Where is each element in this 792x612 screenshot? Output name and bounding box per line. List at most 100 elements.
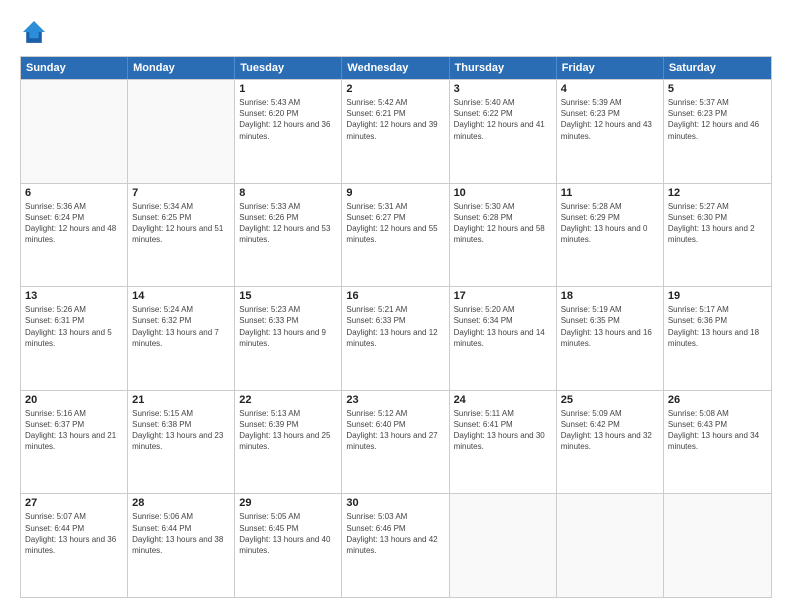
day-info: Sunrise: 5:43 AMSunset: 6:20 PMDaylight:… xyxy=(239,97,337,142)
day-info: Sunrise: 5:11 AMSunset: 6:41 PMDaylight:… xyxy=(454,408,552,453)
calendar-cell: 11 Sunrise: 5:28 AMSunset: 6:29 PMDayligh… xyxy=(557,184,664,287)
day-info: Sunrise: 5:17 AMSunset: 6:36 PMDaylight:… xyxy=(668,304,767,349)
page: SundayMondayTuesdayWednesdayThursdayFrid… xyxy=(0,0,792,612)
calendar-cell: 7 Sunrise: 5:34 AMSunset: 6:25 PMDaylight… xyxy=(128,184,235,287)
day-number: 12 xyxy=(668,187,767,199)
calendar-header: SundayMondayTuesdayWednesdayThursdayFrid… xyxy=(21,57,771,79)
day-info: Sunrise: 5:23 AMSunset: 6:33 PMDaylight:… xyxy=(239,304,337,349)
calendar-cell: 2 Sunrise: 5:42 AMSunset: 6:21 PMDaylight… xyxy=(342,80,449,183)
calendar-body: 1 Sunrise: 5:43 AMSunset: 6:20 PMDaylight… xyxy=(21,79,771,597)
calendar-week: 1 Sunrise: 5:43 AMSunset: 6:20 PMDaylight… xyxy=(21,79,771,183)
calendar-cell: 28 Sunrise: 5:06 AMSunset: 6:44 PMDayligh… xyxy=(128,494,235,597)
day-number: 22 xyxy=(239,394,337,406)
weekday-header: Thursday xyxy=(450,57,557,79)
day-number: 27 xyxy=(25,497,123,509)
day-info: Sunrise: 5:06 AMSunset: 6:44 PMDaylight:… xyxy=(132,511,230,556)
day-number: 18 xyxy=(561,290,659,302)
calendar-cell: 30 Sunrise: 5:03 AMSunset: 6:46 PMDayligh… xyxy=(342,494,449,597)
day-info: Sunrise: 5:24 AMSunset: 6:32 PMDaylight:… xyxy=(132,304,230,349)
day-info: Sunrise: 5:39 AMSunset: 6:23 PMDaylight:… xyxy=(561,97,659,142)
day-info: Sunrise: 5:21 AMSunset: 6:33 PMDaylight:… xyxy=(346,304,444,349)
day-number: 24 xyxy=(454,394,552,406)
day-number: 9 xyxy=(346,187,444,199)
day-info: Sunrise: 5:03 AMSunset: 6:46 PMDaylight:… xyxy=(346,511,444,556)
day-info: Sunrise: 5:08 AMSunset: 6:43 PMDaylight:… xyxy=(668,408,767,453)
day-info: Sunrise: 5:27 AMSunset: 6:30 PMDaylight:… xyxy=(668,201,767,246)
calendar-week: 13 Sunrise: 5:26 AMSunset: 6:31 PMDayligh… xyxy=(21,286,771,390)
day-info: Sunrise: 5:12 AMSunset: 6:40 PMDaylight:… xyxy=(346,408,444,453)
calendar-cell: 24 Sunrise: 5:11 AMSunset: 6:41 PMDayligh… xyxy=(450,391,557,494)
day-number: 7 xyxy=(132,187,230,199)
calendar-cell: 27 Sunrise: 5:07 AMSunset: 6:44 PMDayligh… xyxy=(21,494,128,597)
day-number: 21 xyxy=(132,394,230,406)
weekday-header: Monday xyxy=(128,57,235,79)
day-info: Sunrise: 5:05 AMSunset: 6:45 PMDaylight:… xyxy=(239,511,337,556)
day-info: Sunrise: 5:07 AMSunset: 6:44 PMDaylight:… xyxy=(25,511,123,556)
day-number: 11 xyxy=(561,187,659,199)
calendar-cell: 9Sunrise: 5:31 AMSunset: 6:27 PMDaylight… xyxy=(342,184,449,287)
day-info: Sunrise: 5:15 AMSunset: 6:38 PMDaylight:… xyxy=(132,408,230,453)
calendar-cell xyxy=(557,494,664,597)
day-number: 13 xyxy=(25,290,123,302)
day-number: 5 xyxy=(668,83,767,95)
day-info: Sunrise: 5:40 AMSunset: 6:22 PMDaylight:… xyxy=(454,97,552,142)
day-number: 10 xyxy=(454,187,552,199)
day-number: 3 xyxy=(454,83,552,95)
calendar: SundayMondayTuesdayWednesdayThursdayFrid… xyxy=(20,56,772,598)
calendar-cell: 29Sunrise: 5:05 AMSunset: 6:45 PMDayligh… xyxy=(235,494,342,597)
day-number: 6 xyxy=(25,187,123,199)
day-number: 8 xyxy=(239,187,337,199)
calendar-week: 27 Sunrise: 5:07 AMSunset: 6:44 PMDayligh… xyxy=(21,493,771,597)
day-info: Sunrise: 5:19 AMSunset: 6:35 PMDaylight:… xyxy=(561,304,659,349)
day-number: 15 xyxy=(239,290,337,302)
header xyxy=(20,18,772,46)
day-number: 30 xyxy=(346,497,444,509)
calendar-week: 20Sunrise: 5:16 AMSunset: 6:37 PMDayligh… xyxy=(21,390,771,494)
calendar-cell: 4 Sunrise: 5:39 AMSunset: 6:23 PMDaylight… xyxy=(557,80,664,183)
day-number: 19 xyxy=(668,290,767,302)
calendar-cell: 3 Sunrise: 5:40 AMSunset: 6:22 PMDaylight… xyxy=(450,80,557,183)
calendar-week: 6 Sunrise: 5:36 AMSunset: 6:24 PMDaylight… xyxy=(21,183,771,287)
calendar-cell: 13 Sunrise: 5:26 AMSunset: 6:31 PMDayligh… xyxy=(21,287,128,390)
calendar-cell: 17Sunrise: 5:20 AMSunset: 6:34 PMDayligh… xyxy=(450,287,557,390)
calendar-cell: 16Sunrise: 5:21 AMSunset: 6:33 PMDayligh… xyxy=(342,287,449,390)
calendar-cell xyxy=(450,494,557,597)
day-number: 1 xyxy=(239,83,337,95)
calendar-cell: 21 Sunrise: 5:15 AMSunset: 6:38 PMDayligh… xyxy=(128,391,235,494)
day-number: 2 xyxy=(346,83,444,95)
weekday-header: Sunday xyxy=(21,57,128,79)
weekday-header: Tuesday xyxy=(235,57,342,79)
day-info: Sunrise: 5:42 AMSunset: 6:21 PMDaylight:… xyxy=(346,97,444,142)
day-number: 4 xyxy=(561,83,659,95)
calendar-cell: 1 Sunrise: 5:43 AMSunset: 6:20 PMDaylight… xyxy=(235,80,342,183)
calendar-cell: 12 Sunrise: 5:27 AMSunset: 6:30 PMDayligh… xyxy=(664,184,771,287)
calendar-cell: 25 Sunrise: 5:09 AMSunset: 6:42 PMDayligh… xyxy=(557,391,664,494)
calendar-cell: 18 Sunrise: 5:19 AMSunset: 6:35 PMDayligh… xyxy=(557,287,664,390)
calendar-cell: 22 Sunrise: 5:13 AMSunset: 6:39 PMDayligh… xyxy=(235,391,342,494)
calendar-cell xyxy=(664,494,771,597)
day-number: 14 xyxy=(132,290,230,302)
day-number: 20 xyxy=(25,394,123,406)
day-number: 23 xyxy=(346,394,444,406)
calendar-cell: 10 Sunrise: 5:30 AMSunset: 6:28 PMDayligh… xyxy=(450,184,557,287)
calendar-cell: 20Sunrise: 5:16 AMSunset: 6:37 PMDayligh… xyxy=(21,391,128,494)
calendar-cell: 5 Sunrise: 5:37 AMSunset: 6:23 PMDaylight… xyxy=(664,80,771,183)
day-number: 25 xyxy=(561,394,659,406)
weekday-header: Saturday xyxy=(664,57,771,79)
calendar-cell xyxy=(21,80,128,183)
day-info: Sunrise: 5:28 AMSunset: 6:29 PMDaylight:… xyxy=(561,201,659,246)
calendar-cell: 26 Sunrise: 5:08 AMSunset: 6:43 PMDayligh… xyxy=(664,391,771,494)
calendar-cell: 19 Sunrise: 5:17 AMSunset: 6:36 PMDayligh… xyxy=(664,287,771,390)
logo-icon xyxy=(20,18,48,46)
day-number: 28 xyxy=(132,497,230,509)
calendar-cell: 8Sunrise: 5:33 AMSunset: 6:26 PMDaylight… xyxy=(235,184,342,287)
day-info: Sunrise: 5:36 AMSunset: 6:24 PMDaylight:… xyxy=(25,201,123,246)
day-number: 26 xyxy=(668,394,767,406)
day-info: Sunrise: 5:26 AMSunset: 6:31 PMDaylight:… xyxy=(25,304,123,349)
day-info: Sunrise: 5:13 AMSunset: 6:39 PMDaylight:… xyxy=(239,408,337,453)
logo xyxy=(20,18,52,46)
day-info: Sunrise: 5:30 AMSunset: 6:28 PMDaylight:… xyxy=(454,201,552,246)
day-info: Sunrise: 5:37 AMSunset: 6:23 PMDaylight:… xyxy=(668,97,767,142)
day-info: Sunrise: 5:34 AMSunset: 6:25 PMDaylight:… xyxy=(132,201,230,246)
day-info: Sunrise: 5:09 AMSunset: 6:42 PMDaylight:… xyxy=(561,408,659,453)
